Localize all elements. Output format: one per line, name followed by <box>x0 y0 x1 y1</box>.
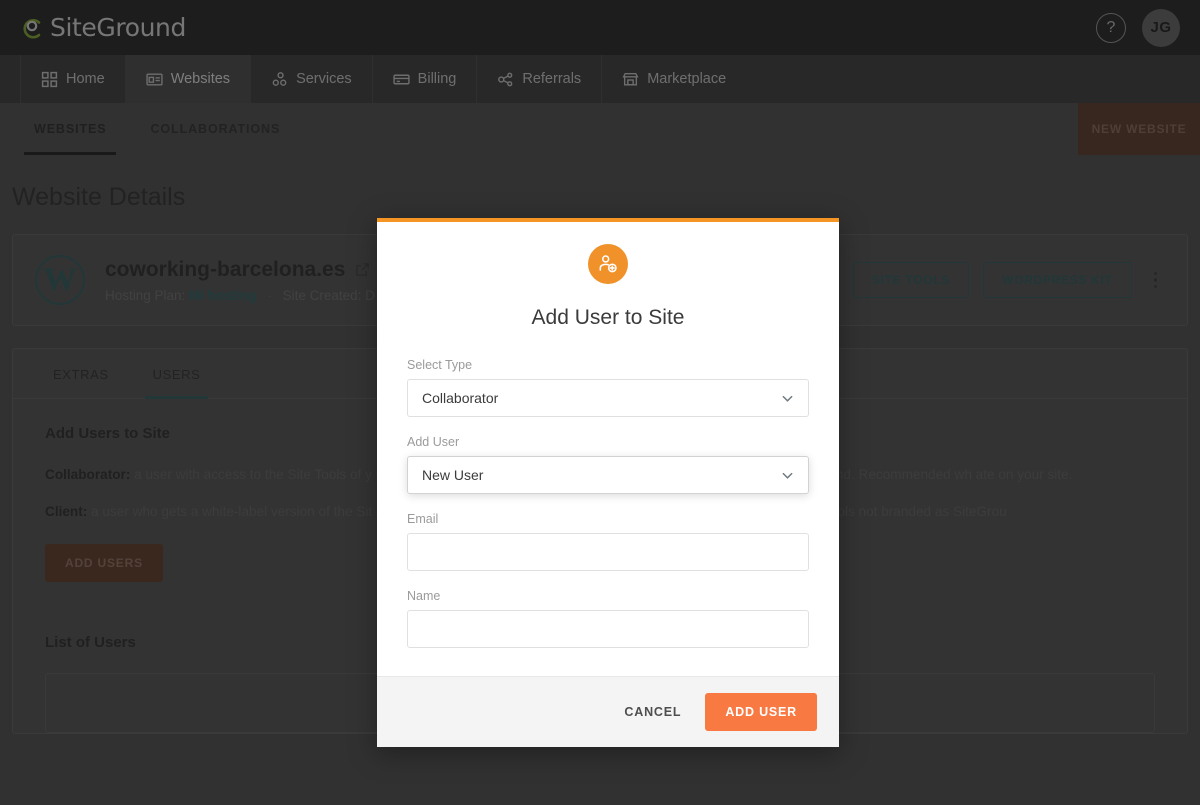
name-field[interactable] <box>407 610 809 648</box>
select-type-dropdown[interactable]: Collaborator <box>407 379 809 417</box>
add-user-submit-button[interactable]: ADD USER <box>705 693 817 731</box>
email-field[interactable] <box>407 533 809 571</box>
add-user-modal: Add User to Site Select Type Collaborato… <box>377 218 839 747</box>
field-name: Name <box>407 589 809 648</box>
chevron-down-icon <box>781 392 794 405</box>
email-label: Email <box>407 512 439 526</box>
add-user-icon <box>588 244 628 284</box>
field-select-type: Select Type Collaborator <box>407 358 809 417</box>
select-type-value: Collaborator <box>422 390 499 406</box>
name-label: Name <box>407 589 441 603</box>
field-add-user: Add User New User <box>407 435 809 494</box>
select-type-label: Select Type <box>407 358 473 372</box>
cancel-button[interactable]: CANCEL <box>610 694 695 730</box>
chevron-down-icon <box>781 469 794 482</box>
field-email: Email <box>407 512 809 571</box>
add-user-dropdown[interactable]: New User <box>407 456 809 494</box>
modal-body: Add User to Site Select Type Collaborato… <box>377 222 839 676</box>
modal-footer: CANCEL ADD USER <box>377 676 839 747</box>
modal-title: Add User to Site <box>531 306 685 329</box>
add-user-value: New User <box>422 467 484 483</box>
add-user-label: Add User <box>407 435 460 449</box>
